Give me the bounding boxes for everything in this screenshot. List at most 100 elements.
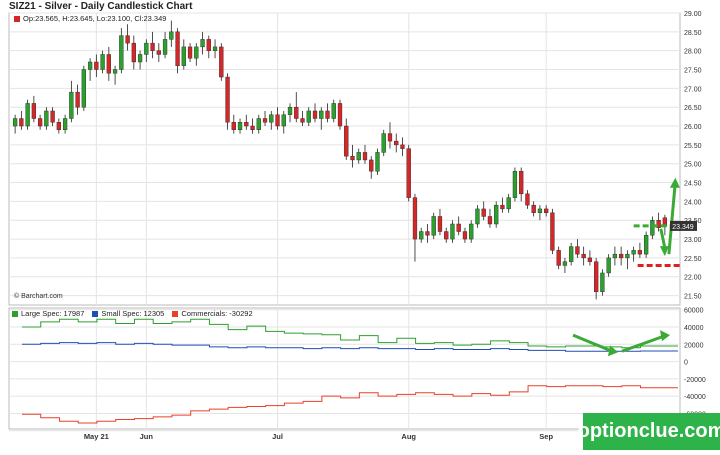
legend-swatch-small-spec — [92, 310, 99, 317]
candle-down — [362, 152, 368, 161]
candle-up — [169, 31, 174, 40]
candle-up — [162, 39, 168, 55]
candle-down — [275, 114, 280, 127]
candle-down — [556, 250, 561, 266]
price-y-tick-label: 24.00 — [684, 199, 702, 206]
candle-down — [487, 216, 493, 225]
candle-down — [75, 91, 80, 108]
candle-up — [44, 110, 49, 127]
candle-up — [237, 122, 243, 131]
price-y-tick-label: 29.00 — [684, 11, 702, 18]
candle-up — [600, 272, 605, 293]
candle-up — [306, 110, 311, 123]
ohlc-color-swatch — [14, 15, 20, 22]
candle-down — [575, 246, 580, 255]
candle-up — [281, 114, 286, 127]
legend-swatch-large-spec — [12, 310, 18, 317]
candle-down — [37, 118, 43, 127]
candle-down — [94, 61, 99, 70]
x-tick-label: May 21 — [84, 432, 109, 441]
candle-down — [175, 31, 180, 66]
ohlc-readout: Op:23.565, H:23.645, Lo:23.100, Cl:23.34… — [14, 14, 166, 23]
candle-up — [450, 223, 455, 240]
price-y-tick-label: 25.00 — [684, 162, 702, 169]
candle-down — [50, 110, 55, 123]
candle-up — [381, 133, 386, 153]
cot-y-tick-label: 0 — [684, 360, 688, 367]
candle-up — [319, 110, 324, 119]
candle-up — [562, 261, 568, 266]
candle-up — [256, 118, 261, 130]
candle-down — [406, 148, 411, 198]
candle-up — [181, 46, 186, 66]
candle-up — [643, 235, 649, 255]
x-tick-label: Jul — [272, 432, 283, 441]
candle-up — [62, 118, 68, 130]
candle-down — [444, 231, 449, 240]
candle-down — [325, 110, 330, 119]
cot-y-tick-label: 20000 — [684, 342, 704, 349]
candle-down — [294, 106, 299, 119]
candle-up — [331, 103, 336, 119]
candle-down — [519, 171, 524, 195]
legend-item-small-spec: Small Spec: 12305 — [92, 309, 164, 318]
candle-down — [594, 261, 599, 293]
candle-up — [469, 223, 474, 240]
price-y-tick-label: 26.50 — [684, 105, 702, 112]
candle-down — [206, 39, 211, 51]
cot-y-tick-label: 60000 — [684, 308, 704, 315]
candle-down — [187, 46, 193, 59]
chart-svg: 21.5022.0022.5023.0023.5024.0024.5025.00… — [8, 11, 706, 441]
candle-up — [569, 246, 574, 262]
candle-down — [225, 76, 230, 123]
candle-up — [81, 69, 86, 108]
candle-up — [119, 35, 124, 70]
candle-up — [212, 46, 218, 51]
candle-down — [369, 159, 374, 172]
cot-y-tick-label: -40000 — [684, 394, 706, 401]
candle-up — [25, 103, 30, 127]
last-price-label: 23.349 — [672, 224, 694, 231]
candle-down — [337, 103, 343, 127]
candle-down — [156, 50, 161, 55]
legend-label-large-spec: Large Spec: 17987 — [21, 309, 85, 318]
x-tick-label: Aug — [401, 432, 416, 441]
legend-label-small-spec: Small Spec: 12305 — [101, 309, 165, 318]
candle-up — [69, 91, 74, 119]
candle-down — [619, 253, 624, 259]
price-y-tick-label: 26.00 — [684, 124, 702, 131]
barchart-copyright: © Barchart.com — [14, 293, 63, 300]
candle-down — [150, 42, 155, 51]
candle-down — [394, 140, 399, 146]
price-y-tick-label: 27.50 — [684, 68, 702, 75]
candle-down — [244, 122, 249, 127]
chart-stage: 21.5022.0022.5023.0023.5024.0024.5025.00… — [0, 0, 720, 450]
candle-up — [419, 231, 424, 240]
price-y-tick-label: 24.50 — [684, 181, 702, 188]
cot-panel-frame — [8, 307, 681, 430]
candle-down — [481, 208, 486, 217]
candle-down — [31, 103, 37, 119]
candle-up — [200, 39, 205, 48]
candle-up — [100, 54, 105, 70]
price-y-tick-label: 22.00 — [684, 275, 702, 282]
candle-up — [287, 106, 293, 115]
cot-y-tick-label: 40000 — [684, 325, 704, 332]
candle-up — [494, 204, 499, 225]
candle-down — [125, 35, 130, 44]
ohlc-readout-text: Op:23.565, H:23.645, Lo:23.100, Cl:23.34… — [23, 14, 167, 23]
chart-title: SIZ21 - Silver - Daily Candlestick Chart — [9, 1, 193, 12]
candle-up — [631, 250, 636, 255]
candle-up — [537, 208, 543, 213]
candle-down — [131, 42, 136, 63]
candle-down — [56, 122, 61, 131]
candle-down — [550, 212, 555, 251]
candle-down — [262, 118, 268, 123]
candle-down — [637, 250, 643, 255]
candle-up — [269, 114, 274, 123]
candle-up — [144, 42, 149, 55]
candle-down — [437, 216, 443, 232]
candle-down — [19, 118, 24, 127]
candle-down — [462, 231, 468, 240]
candle-up — [356, 152, 361, 161]
